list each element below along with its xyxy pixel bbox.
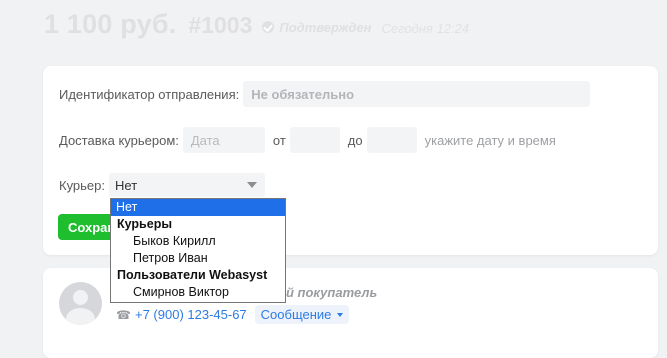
courier-label: Курьер: (59, 177, 106, 193)
tracking-row: Идентификатор отправления: Не обязательн… (59, 81, 591, 107)
chevron-down-icon (247, 182, 258, 188)
contact-row: ☎ +7 (900) 123-45-67 Сообщение (116, 305, 350, 324)
phone-link[interactable]: +7 (900) 123-45-67 (135, 307, 247, 322)
courier-select[interactable]: Нет (109, 173, 266, 197)
dropdown-option-none[interactable]: Нет (111, 199, 285, 216)
courier-row: Курьер: Нет (59, 173, 266, 197)
check-circle-icon (262, 21, 275, 33)
dropdown-option-bykov[interactable]: Быков Кирилл (111, 233, 285, 250)
tracking-label: Идентификатор отправления: (59, 86, 240, 102)
courier-delivery-label: Доставка курьером: (59, 132, 179, 148)
user-avatar-icon (59, 282, 102, 325)
to-label: до (347, 132, 363, 148)
order-header: 1 100 руб. #1003 Подтвержден Сегодня 12:… (44, 9, 469, 43)
phone-icon: ☎ (116, 307, 131, 322)
courier-delivery-row: Доставка курьером: Дата от до укажите да… (59, 127, 556, 153)
courier-select-value: Нет (115, 177, 138, 193)
message-button-label: Сообщение (260, 307, 332, 322)
save-button[interactable]: Сохранить (58, 214, 118, 240)
order-number: #1003 (188, 12, 253, 38)
date-time-hint: укажите дату и время (424, 132, 556, 148)
delivery-date-input[interactable]: Дата (182, 127, 265, 153)
from-label: от (272, 132, 286, 148)
dropdown-option-smirnov[interactable]: Смирнов Виктор (111, 284, 285, 301)
chevron-down-icon (337, 312, 344, 317)
time-from-input[interactable] (289, 127, 340, 153)
dropdown-option-petrov[interactable]: Петров Иван (111, 250, 285, 267)
message-button[interactable]: Сообщение (254, 305, 350, 324)
buyer-label: й покупатель (286, 285, 378, 300)
time-to-input[interactable] (366, 127, 417, 153)
courier-dropdown-list: Нет Курьеры Быков Кирилл Петров Иван Пол… (110, 198, 286, 303)
dropdown-group-couriers: Курьеры (117, 217, 172, 231)
order-status-label: Подтвержден (279, 19, 372, 35)
order-amount: 1 100 руб. (44, 9, 177, 39)
order-status: Подтвержден (262, 20, 371, 35)
dropdown-group-webasyst-users: Пользователи Webasyst (117, 268, 268, 282)
tracking-input[interactable]: Не обязательно (243, 81, 591, 107)
order-time: Сегодня 12:24 (381, 21, 470, 36)
